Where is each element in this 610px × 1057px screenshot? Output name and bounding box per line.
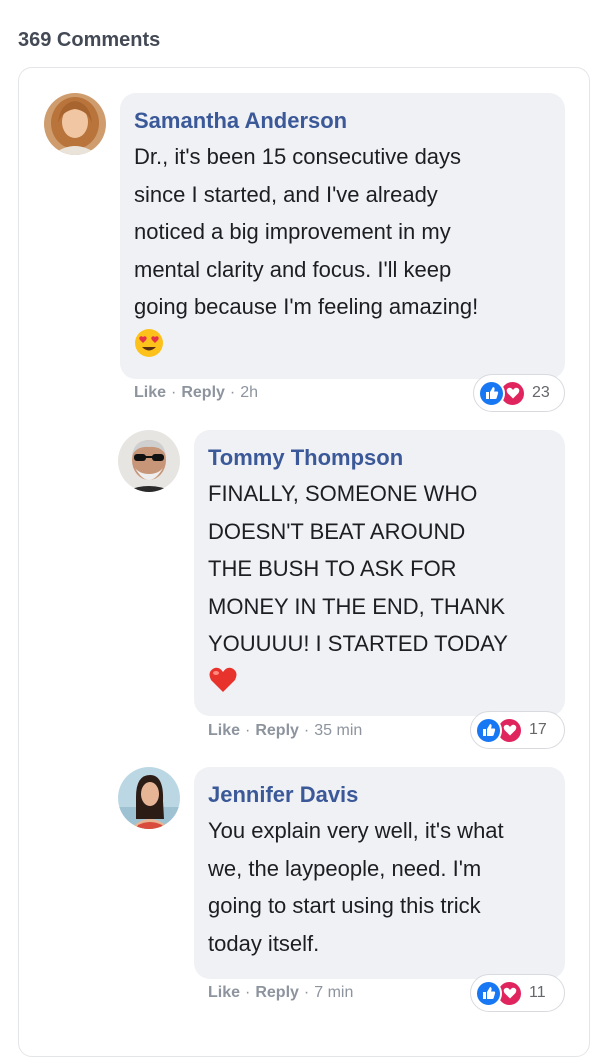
comment-time: 7 min <box>314 984 354 1001</box>
comment-actions: Like · Reply · 35 min <box>208 722 363 739</box>
reaction-summary[interactable]: 17 <box>470 711 565 749</box>
comment-text-line: since I started, and I've already <box>134 181 438 207</box>
avatar-samantha-anderson[interactable] <box>44 93 106 155</box>
comment-bubble: Samantha Anderson Dr., it's been 15 cons… <box>120 93 565 379</box>
avatar-jennifer-davis[interactable] <box>118 767 180 829</box>
comment-text-line: we, the laypeople, need. I'm <box>208 855 482 881</box>
comment-text-line: MONEY IN THE END, THANK <box>208 593 506 619</box>
comment-text-line: going to start using this trick <box>208 893 481 918</box>
red-heart-emoji <box>208 665 551 700</box>
comment-count: 369 Comments <box>18 29 161 51</box>
comment-text-line: THE BUSH TO ASK FOR <box>208 556 457 581</box>
comment-text-line: FINALLY, SOMEONE WHO <box>208 481 478 506</box>
comment-actions: Like · Reply · 2h <box>134 384 259 401</box>
reaction-summary[interactable]: 23 <box>473 374 565 412</box>
heart-eyes-emoji <box>134 328 551 363</box>
like-icon <box>475 979 502 1007</box>
comment-author[interactable]: Samantha Anderson <box>134 106 551 136</box>
reaction-count: 23 <box>532 384 550 401</box>
comment-time: 2h <box>240 384 259 401</box>
reaction-count: 17 <box>529 721 547 738</box>
comment-bubble: Tommy Thompson FINALLY, SOMEONE WHO DOES… <box>194 430 565 716</box>
like-link[interactable]: Like <box>134 384 166 401</box>
avatar-tommy-thompson[interactable] <box>118 430 180 492</box>
reaction-summary[interactable]: 11 <box>470 974 565 1012</box>
reply-link[interactable]: Reply <box>181 384 225 401</box>
comment-author[interactable]: Jennifer Davis <box>208 780 551 810</box>
comment-text-line: Dr., it's been 15 consecutive days <box>134 144 462 169</box>
like-link[interactable]: Like <box>208 984 240 1001</box>
comment-text-line: mental clarity and focus. I'll keep <box>134 256 452 282</box>
comment-actions: Like · Reply · 7 min <box>208 984 354 1001</box>
like-icon <box>475 716 502 744</box>
comment-text-line: noticed a big improvement in my <box>134 219 451 244</box>
reaction-count: 11 <box>529 984 546 1001</box>
comment-text-line: YOUUUU! I STARTED TODAY <box>208 631 508 656</box>
comment-text-line: DOESN'T BEAT AROUND <box>208 518 466 544</box>
reply-link[interactable]: Reply <box>255 984 299 1001</box>
comment-bubble: Jennifer Davis You explain very well, it… <box>194 767 565 979</box>
comment-text-line: going because I'm feeling amazing! <box>134 294 479 319</box>
like-link[interactable]: Like <box>208 722 240 739</box>
comment-author[interactable]: Tommy Thompson <box>208 443 551 473</box>
comment-time: 35 min <box>314 722 363 739</box>
comment-text-line: today itself. <box>208 930 320 956</box>
comment-text-line: You explain very well, it's what <box>208 818 504 843</box>
like-icon <box>478 379 505 407</box>
reply-link[interactable]: Reply <box>255 722 299 739</box>
